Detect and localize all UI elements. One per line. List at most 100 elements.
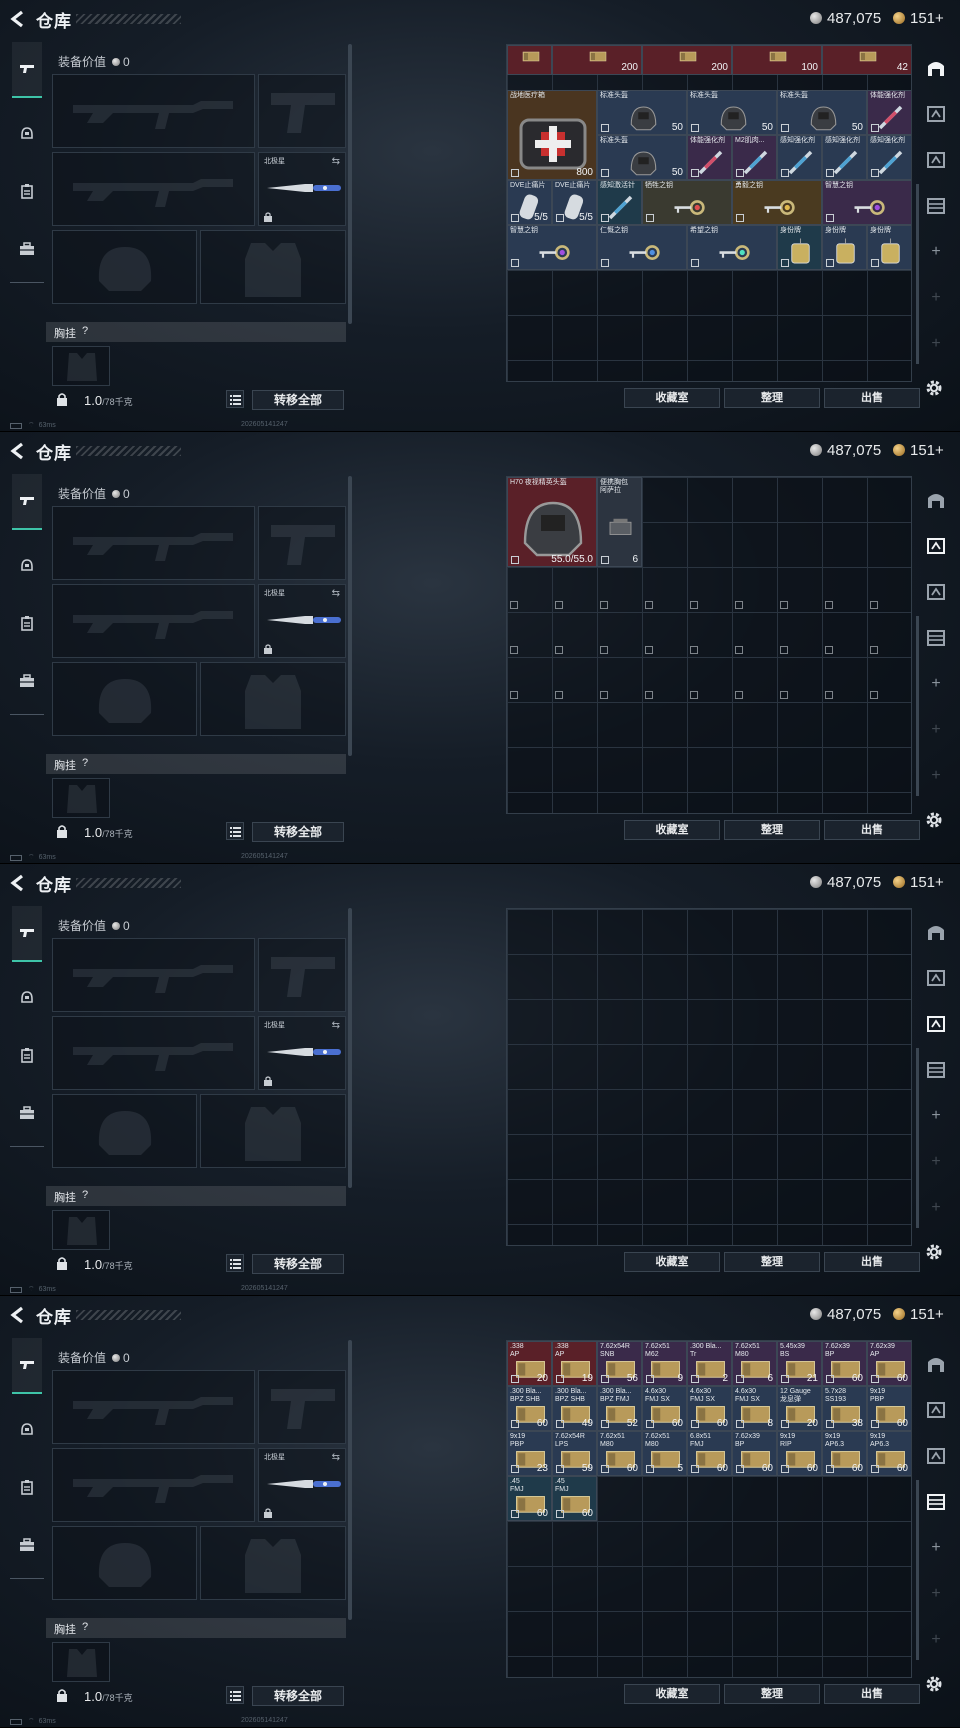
storage-item[interactable]: 勇毅之钥: [732, 180, 822, 225]
back-arrow-icon[interactable]: [8, 873, 28, 893]
storage-item[interactable]: 身份牌: [822, 225, 867, 270]
chest-rig-slot[interactable]: [52, 1210, 110, 1250]
tab-armor[interactable]: [12, 982, 42, 1012]
rail-scrollbar[interactable]: [916, 184, 919, 364]
storage-item[interactable]: 200: [552, 45, 642, 75]
swap-icon[interactable]: ⇆: [332, 588, 340, 599]
transfer-all-button[interactable]: 转移全部: [252, 390, 344, 410]
armor-slot[interactable]: [200, 662, 346, 736]
tab-medical[interactable]: [12, 176, 42, 206]
helmet-slot[interactable]: [52, 662, 197, 736]
storage-item[interactable]: 9x19 AP6.3 60: [822, 1431, 867, 1476]
chest-rig-slot[interactable]: [52, 1642, 110, 1682]
sort-button[interactable]: 整理: [724, 1252, 820, 1272]
storage-item[interactable]: .45 FMJ 60: [507, 1476, 552, 1521]
rail-scrollbar[interactable]: [916, 1480, 919, 1660]
equipment-scrollbar[interactable]: [348, 1340, 352, 1620]
tab-armor[interactable]: [12, 118, 42, 148]
rail-page-1[interactable]: [924, 56, 948, 80]
chest-rig-slot[interactable]: [52, 346, 110, 386]
rail-page-3[interactable]: [924, 1444, 948, 1468]
storage-grid[interactable]: H70 夜视精英头盔 55.0/55.0 便携胸包 阿萨拉 6: [506, 476, 912, 814]
helmet-slot[interactable]: [52, 1526, 197, 1600]
storage-grid[interactable]: 200 200 100 42 战地医疗箱 800 标准头盔 50 标准头盔 50 标准头盔 50 体能强…: [506, 44, 912, 382]
currency-silver[interactable]: 487,075: [810, 440, 881, 460]
storage-item[interactable]: 身份牌: [867, 225, 911, 270]
storage-item[interactable]: 9x19 RIP 60: [777, 1431, 822, 1476]
storage-item[interactable]: .338 AP 20: [507, 1341, 552, 1386]
equipment-scrollbar[interactable]: [348, 476, 352, 756]
storage-item[interactable]: 9x19 PBP 23: [507, 1431, 552, 1476]
tab-medical[interactable]: [12, 1040, 42, 1070]
sell-button[interactable]: 出售: [824, 1252, 920, 1272]
storage-item[interactable]: 6.8x51 FMJ 60: [687, 1431, 732, 1476]
storage-item[interactable]: 4.6x30 FMJ SX 60: [642, 1386, 687, 1431]
storage-item[interactable]: 牺牲之钥: [642, 180, 732, 225]
armor-slot[interactable]: [200, 1526, 346, 1600]
storage-item[interactable]: 100: [732, 45, 822, 75]
currency-gold[interactable]: 151+: [893, 440, 944, 460]
storage-item[interactable]: 7.62x39 BP 60: [732, 1431, 777, 1476]
add-page-button[interactable]: +: [924, 764, 948, 788]
sort-button[interactable]: 整理: [724, 820, 820, 840]
sort-button[interactable]: 整理: [724, 388, 820, 408]
list-view-button[interactable]: [226, 1686, 244, 1704]
rail-page-4[interactable]: [924, 1490, 948, 1514]
rail-page-3[interactable]: [924, 148, 948, 172]
currency-silver[interactable]: 487,075: [810, 1304, 881, 1324]
chest-rig-help[interactable]: ?: [82, 757, 88, 769]
pistol-slot[interactable]: [258, 1370, 346, 1444]
rail-page-3[interactable]: [924, 580, 948, 604]
add-page-button[interactable]: +: [924, 1196, 948, 1220]
swap-icon[interactable]: ⇆: [332, 156, 340, 167]
helmet-slot[interactable]: [52, 1094, 197, 1168]
storage-item[interactable]: 9x19 PBP 60: [867, 1386, 911, 1431]
storage-item[interactable]: .300 Bla... BPZ SHB 60: [507, 1386, 552, 1431]
rail-page-2[interactable]: [924, 1398, 948, 1422]
storage-item[interactable]: .45 FMJ 60: [552, 1476, 597, 1521]
list-view-button[interactable]: [226, 390, 244, 408]
storage-item[interactable]: M2肌肉...: [732, 135, 777, 180]
storage-item[interactable]: 7.62x54R SNB 56: [597, 1341, 642, 1386]
melee-slot[interactable]: 北极星 ⇆: [258, 152, 346, 226]
storage-item[interactable]: 体能强化剂: [867, 90, 911, 135]
storage-item[interactable]: 7.62x51 M80 6: [732, 1341, 777, 1386]
back-arrow-icon[interactable]: [8, 1305, 28, 1325]
storage-item[interactable]: DVE止痛片 5/5: [552, 180, 597, 225]
rail-scrollbar[interactable]: [916, 1048, 919, 1228]
currency-silver[interactable]: 487,075: [810, 872, 881, 892]
tab-weapons[interactable]: [12, 1338, 42, 1394]
storage-item[interactable]: 感知强化剂: [777, 135, 822, 180]
add-page-button[interactable]: +: [924, 1628, 948, 1652]
equipment-scrollbar[interactable]: [348, 908, 352, 1188]
pistol-slot[interactable]: [258, 74, 346, 148]
add-page-button[interactable]: +: [924, 240, 948, 264]
currency-silver[interactable]: 487,075: [810, 8, 881, 28]
storage-item[interactable]: 感知强化剂: [867, 135, 911, 180]
add-page-button[interactable]: +: [924, 1150, 948, 1174]
primary-weapon-slot[interactable]: [52, 1370, 255, 1444]
rail-page-2[interactable]: [924, 102, 948, 126]
currency-gold[interactable]: 151+: [893, 8, 944, 28]
rail-page-4[interactable]: [924, 1058, 948, 1082]
storage-item[interactable]: 希望之钥: [687, 225, 777, 270]
tab-backpack[interactable]: [12, 1530, 42, 1560]
storage-item[interactable]: 智慧之钥: [507, 225, 597, 270]
storage-item[interactable]: .300 Bla... BPZ SHB 49: [552, 1386, 597, 1431]
storage-item[interactable]: 4.6x30 FMJ SX 8: [732, 1386, 777, 1431]
collection-room-button[interactable]: 收藏室: [624, 1252, 720, 1272]
equipment-scrollbar[interactable]: [348, 44, 352, 324]
settings-gear-icon[interactable]: [924, 1242, 944, 1262]
add-page-button[interactable]: +: [924, 1582, 948, 1606]
storage-item[interactable]: 仁慨之钥: [597, 225, 687, 270]
storage-item[interactable]: 身份牌: [777, 225, 822, 270]
storage-item[interactable]: 标准头盔 50: [777, 90, 867, 135]
rail-page-2[interactable]: [924, 534, 948, 558]
storage-item[interactable]: 标准头盔 50: [687, 90, 777, 135]
storage-item[interactable]: 7.62x51 M80 5: [642, 1431, 687, 1476]
list-view-button[interactable]: [226, 1254, 244, 1272]
collection-room-button[interactable]: 收藏室: [624, 1684, 720, 1704]
tab-weapons[interactable]: [12, 474, 42, 530]
add-page-button[interactable]: +: [924, 1104, 948, 1128]
sort-button[interactable]: 整理: [724, 1684, 820, 1704]
